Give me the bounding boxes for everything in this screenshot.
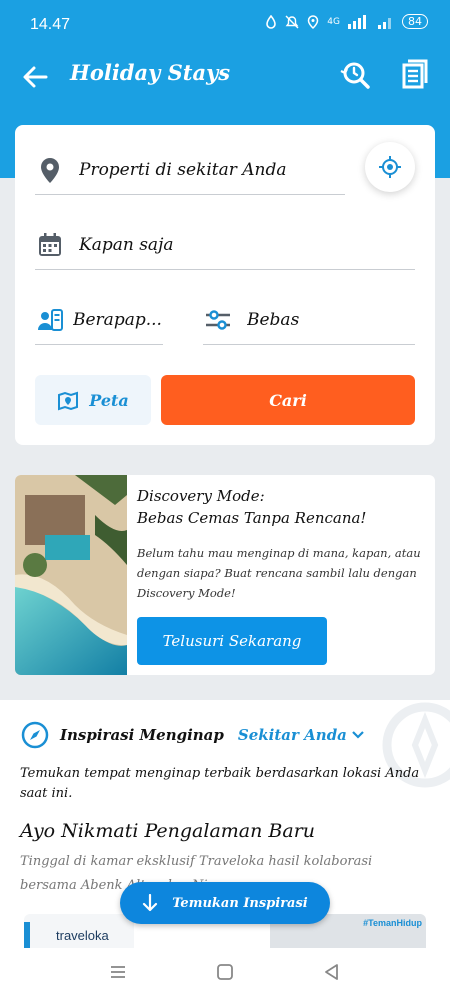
map-button[interactable]: Peta — [35, 375, 151, 425]
map-icon — [58, 391, 79, 411]
location-selector-label: Sekitar Anda — [237, 726, 347, 744]
filter-sliders-icon — [206, 309, 230, 330]
status-bar: 14.47 4G 84 — [0, 0, 450, 40]
recent-apps-icon[interactable] — [108, 962, 128, 982]
home-icon[interactable] — [215, 962, 235, 982]
beach-resort-image — [15, 475, 127, 675]
experience-heading: Ayo Nikmati Pengalaman Baru — [20, 820, 316, 842]
banner-title-line2: Bebas Cemas Tanpa Rencana! — [137, 509, 367, 527]
back-nav-icon[interactable] — [322, 962, 342, 982]
compass-icon — [21, 721, 49, 749]
location-status-icon — [308, 14, 319, 29]
search-button[interactable]: Cari — [161, 375, 415, 425]
map-pin-icon — [41, 157, 59, 183]
screen: 14.47 4G 84 Holiday Stays Properti di se… — [0, 0, 450, 1000]
location-field[interactable]: Properti di sekitar Anda — [35, 145, 345, 195]
traveloka-logo: traveloka — [56, 928, 109, 943]
inspiration-header: Inspirasi Menginap Sekitar Anda — [20, 720, 365, 750]
data-saver-icon — [266, 14, 277, 29]
promo-hashtag: #TemanHidup — [363, 918, 422, 928]
date-field[interactable]: Kapan saja — [35, 220, 415, 270]
find-inspiration-button[interactable]: Temukan Inspirasi — [120, 882, 330, 924]
search-card: Properti di sekitar Anda Kapan saja Bera… — [15, 125, 435, 445]
network-label: 4G — [327, 16, 340, 27]
guests-field[interactable]: Berapap... — [35, 295, 163, 345]
battery-indicator: 84 — [402, 14, 428, 29]
inspiration-title: Inspirasi Menginap — [60, 726, 224, 744]
search-history-icon[interactable] — [338, 58, 372, 92]
status-icons: 4G 84 — [265, 14, 428, 29]
system-nav-bar — [0, 948, 450, 1000]
banner-title: Discovery Mode: Bebas Cemas Tanpa Rencan… — [137, 485, 366, 529]
status-time: 14.47 — [30, 16, 71, 33]
banner-description: Belum tahu mau menginap di mana, kapan, … — [137, 546, 421, 600]
location-selector[interactable]: Sekitar Anda — [238, 726, 365, 744]
chevron-down-icon — [352, 731, 364, 739]
bookings-list-icon[interactable] — [398, 58, 432, 92]
signal-2-icon — [378, 17, 391, 29]
current-location-button[interactable] — [365, 142, 415, 192]
find-inspiration-label: Temukan Inspirasi — [172, 895, 308, 911]
signal-icon — [348, 14, 366, 29]
arrow-down-icon — [143, 894, 158, 912]
inspiration-description: Temukan tempat menginap terbaik berdasar… — [20, 766, 420, 801]
discovery-banner[interactable]: Discovery Mode: Bebas Cemas Tanpa Rencan… — [15, 475, 435, 675]
explore-now-button[interactable]: Telusuri Sekarang — [137, 617, 327, 665]
page-title: Holiday Stays — [70, 60, 231, 85]
calendar-icon — [39, 232, 61, 256]
guests-icon — [38, 308, 63, 331]
guests-label: Berapap... — [73, 309, 162, 330]
back-arrow-icon[interactable] — [20, 62, 50, 92]
mute-icon — [285, 15, 299, 28]
filter-label: Bebas — [247, 309, 300, 330]
date-label: Kapan saja — [79, 234, 174, 255]
location-label: Properti di sekitar Anda — [79, 159, 287, 180]
map-button-label: Peta — [89, 390, 129, 410]
banner-title-line1: Discovery Mode: — [137, 487, 265, 505]
filter-field[interactable]: Bebas — [203, 295, 415, 345]
crosshair-icon — [379, 156, 401, 178]
